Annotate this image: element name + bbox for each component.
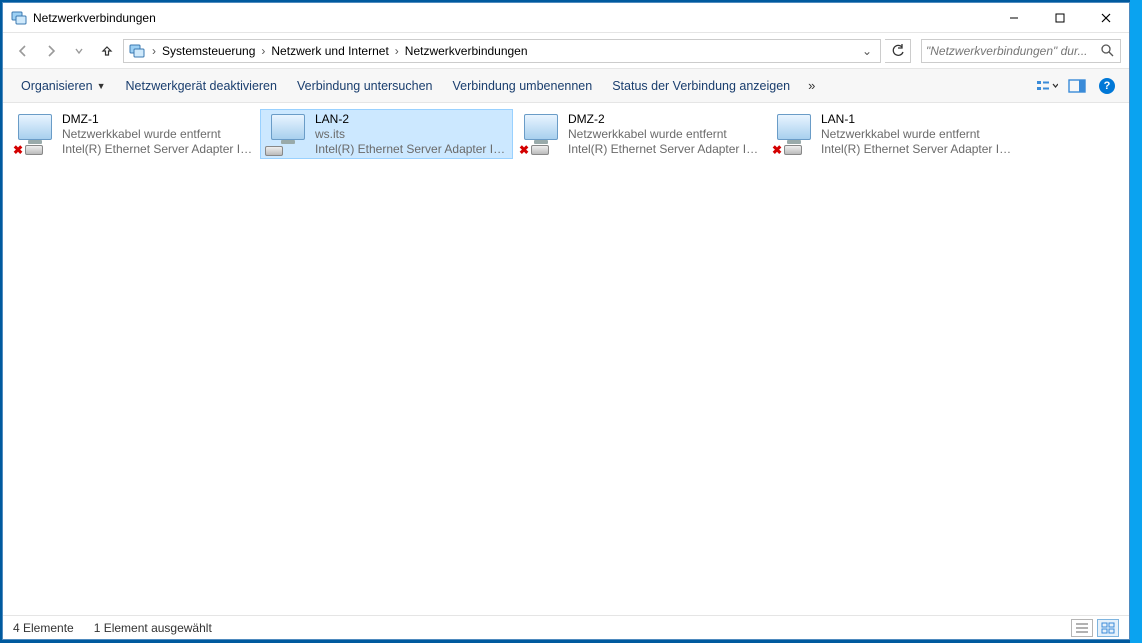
chevron-right-icon[interactable]: › bbox=[393, 44, 401, 58]
connection-name: DMZ-1 bbox=[62, 112, 255, 127]
back-button[interactable] bbox=[11, 39, 35, 63]
network-adapter-icon bbox=[265, 112, 309, 156]
navigation-bar: › Systemsteuerung › Netzwerk und Interne… bbox=[3, 33, 1129, 69]
window-frame: Netzwerkverbindungen bbox=[2, 2, 1130, 640]
tiles-view-button[interactable] bbox=[1097, 619, 1119, 637]
network-connections-icon bbox=[11, 10, 27, 26]
help-button[interactable]: ? bbox=[1093, 75, 1121, 97]
address-bar[interactable]: › Systemsteuerung › Netzwerk und Interne… bbox=[123, 39, 881, 63]
selection-count: 1 Element ausgewählt bbox=[94, 621, 212, 635]
connection-adapter: Intel(R) Ethernet Server Adapter I3... bbox=[568, 142, 761, 157]
desktop-edge bbox=[1130, 0, 1142, 643]
chevron-down-icon: ⌄ bbox=[858, 44, 876, 58]
ethernet-plug-icon bbox=[531, 145, 549, 155]
connection-status-button[interactable]: Status der Verbindung anzeigen bbox=[602, 69, 800, 102]
command-bar: Organisieren ▼ Netzwerkgerät deaktiviere… bbox=[3, 69, 1129, 103]
search-input[interactable] bbox=[926, 44, 1101, 58]
disconnected-icon: ✖ bbox=[518, 144, 530, 156]
forward-button[interactable] bbox=[39, 39, 63, 63]
connection-status: Netzwerkkabel wurde entfernt bbox=[821, 127, 1014, 142]
chevron-right-icon[interactable]: › bbox=[150, 44, 158, 58]
help-icon: ? bbox=[1099, 78, 1115, 94]
breadcrumb: Systemsteuerung › Netzwerk und Internet … bbox=[158, 44, 858, 58]
refresh-button[interactable] bbox=[885, 39, 911, 63]
items-view[interactable]: ✖DMZ-1Netzwerkkabel wurde entferntIntel(… bbox=[3, 103, 1129, 615]
deactivate-device-button[interactable]: Netzwerkgerät deaktivieren bbox=[116, 69, 287, 102]
toolbar-right-group: ? bbox=[1031, 75, 1121, 97]
overflow-button[interactable]: » bbox=[800, 69, 823, 102]
connection-adapter: Intel(R) Ethernet Server Adapter I3... bbox=[315, 142, 508, 157]
breadcrumb-item[interactable]: Netzwerk und Internet bbox=[267, 44, 392, 58]
status-bar: 4 Elemente 1 Element ausgewählt bbox=[3, 615, 1129, 639]
item-count: 4 Elemente bbox=[13, 621, 74, 635]
connection-adapter: Intel(R) Ethernet Server Adapter I3... bbox=[62, 142, 255, 157]
search-icon[interactable] bbox=[1101, 44, 1116, 57]
chevron-down-icon: ▼ bbox=[97, 81, 106, 91]
maximize-button[interactable] bbox=[1037, 3, 1083, 32]
connection-name: LAN-1 bbox=[821, 112, 1014, 127]
diagnose-connection-button[interactable]: Verbindung untersuchen bbox=[287, 69, 443, 102]
window-title: Netzwerkverbindungen bbox=[33, 11, 991, 25]
connection-name: LAN-2 bbox=[315, 112, 508, 127]
search-box[interactable] bbox=[921, 39, 1121, 63]
ethernet-plug-icon bbox=[784, 145, 802, 155]
window-controls bbox=[991, 3, 1129, 32]
breadcrumb-item[interactable]: Systemsteuerung bbox=[158, 44, 259, 58]
up-button[interactable] bbox=[95, 39, 119, 63]
connection-item[interactable]: ✖ LAN-1Netzwerkkabel wurde entferntIntel(… bbox=[766, 109, 1019, 159]
connection-item[interactable]: ✖ DMZ-2Netzwerkkabel wurde entferntIntel(… bbox=[513, 109, 766, 159]
connection-status: ws.its bbox=[315, 127, 508, 142]
chevron-right-icon[interactable]: › bbox=[259, 44, 267, 58]
disconnected-icon: ✖ bbox=[771, 144, 783, 156]
change-view-button[interactable] bbox=[1033, 75, 1061, 97]
ethernet-plug-icon bbox=[25, 145, 43, 155]
minimize-button[interactable] bbox=[991, 3, 1037, 32]
network-adapter-icon: ✖ bbox=[518, 112, 562, 156]
rename-connection-button[interactable]: Verbindung umbenennen bbox=[443, 69, 603, 102]
connection-item[interactable]: LAN-2ws.itsIntel(R) Ethernet Server Adap… bbox=[260, 109, 513, 159]
close-button[interactable] bbox=[1083, 3, 1129, 32]
network-adapter-icon: ✖ bbox=[771, 112, 815, 156]
connection-name: DMZ-2 bbox=[568, 112, 761, 127]
location-icon bbox=[128, 42, 146, 60]
network-adapter-icon: ✖ bbox=[12, 112, 56, 156]
details-view-button[interactable] bbox=[1071, 619, 1093, 637]
breadcrumb-item[interactable]: Netzwerkverbindungen bbox=[401, 44, 532, 58]
ethernet-plug-icon bbox=[265, 146, 283, 156]
disconnected-icon: ✖ bbox=[12, 144, 24, 156]
connection-adapter: Intel(R) Ethernet Server Adapter I3... bbox=[821, 142, 1014, 157]
organize-button[interactable]: Organisieren ▼ bbox=[11, 69, 116, 102]
titlebar: Netzwerkverbindungen bbox=[3, 3, 1129, 33]
connection-status: Netzwerkkabel wurde entfernt bbox=[568, 127, 761, 142]
connection-item[interactable]: ✖ DMZ-1Netzwerkkabel wurde entferntIntel(… bbox=[7, 109, 260, 159]
recent-dropdown[interactable] bbox=[67, 39, 91, 63]
connection-status: Netzwerkkabel wurde entfernt bbox=[62, 127, 255, 142]
preview-pane-button[interactable] bbox=[1063, 75, 1091, 97]
address-dropdown[interactable]: ⌄ bbox=[858, 44, 876, 58]
